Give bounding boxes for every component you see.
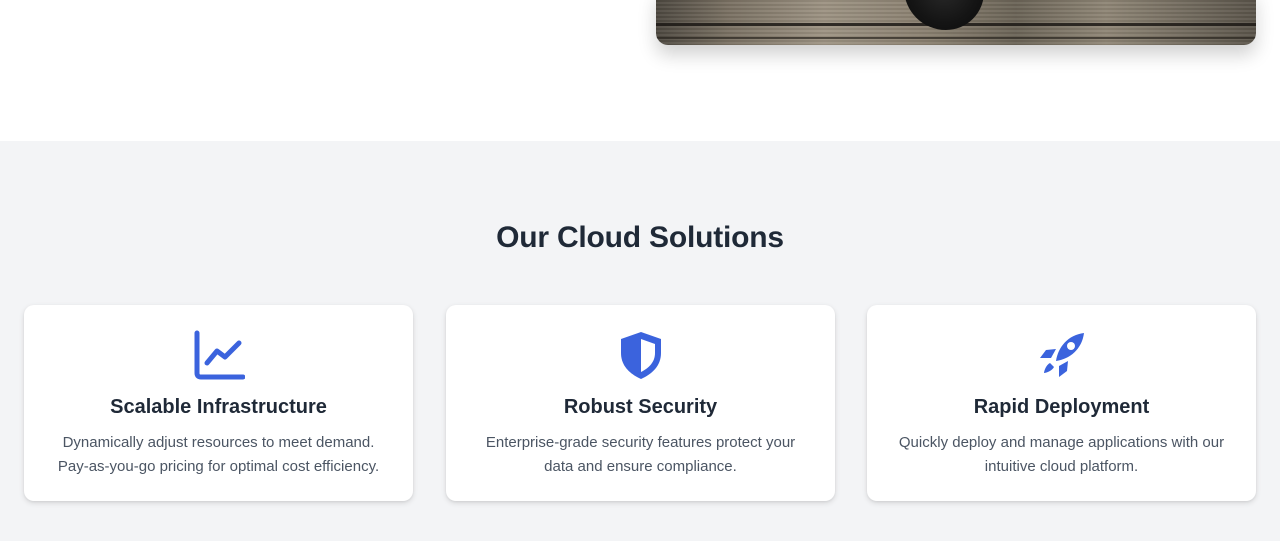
hero-image-plank-line-lower (656, 37, 1256, 39)
solution-card-robust-security: Robust Security Enterprise-grade securit… (446, 305, 835, 501)
hero-section (0, 0, 1280, 141)
rocket-icon (1036, 329, 1088, 381)
card-description: Quickly deploy and manage applications w… (887, 431, 1236, 479)
card-description: Dynamically adjust resources to meet dem… (44, 431, 393, 479)
card-description-line: Pay-as-you-go pricing for optimal cost e… (57, 458, 380, 475)
shield-icon (615, 329, 667, 381)
card-description-line: Dynamically adjust resources to meet dem… (62, 434, 375, 451)
card-title: Rapid Deployment (973, 396, 1150, 418)
card-title: Scalable Infrastructure (110, 396, 327, 418)
solution-card-scalable-infrastructure: Scalable Infrastructure Dynamically adju… (24, 305, 413, 501)
chart-line-icon (193, 329, 245, 381)
card-title: Robust Security (563, 396, 718, 418)
card-description-line: Quickly deploy and manage applications w… (898, 434, 1225, 451)
card-description: Enterprise-grade security features prote… (466, 431, 815, 479)
hero-image (656, 0, 1256, 45)
cloud-solutions-section: Our Cloud Solutions Scalable Infrastruct… (0, 141, 1280, 541)
section-title: Our Cloud Solutions (496, 221, 784, 254)
card-description-line: intuitive cloud platform. (984, 458, 1139, 475)
solution-card-rapid-deployment: Rapid Deployment Quickly deploy and mana… (867, 305, 1256, 501)
card-description-line: Enterprise-grade security features prote… (485, 434, 796, 451)
card-description-line: data and ensure compliance. (544, 458, 737, 475)
